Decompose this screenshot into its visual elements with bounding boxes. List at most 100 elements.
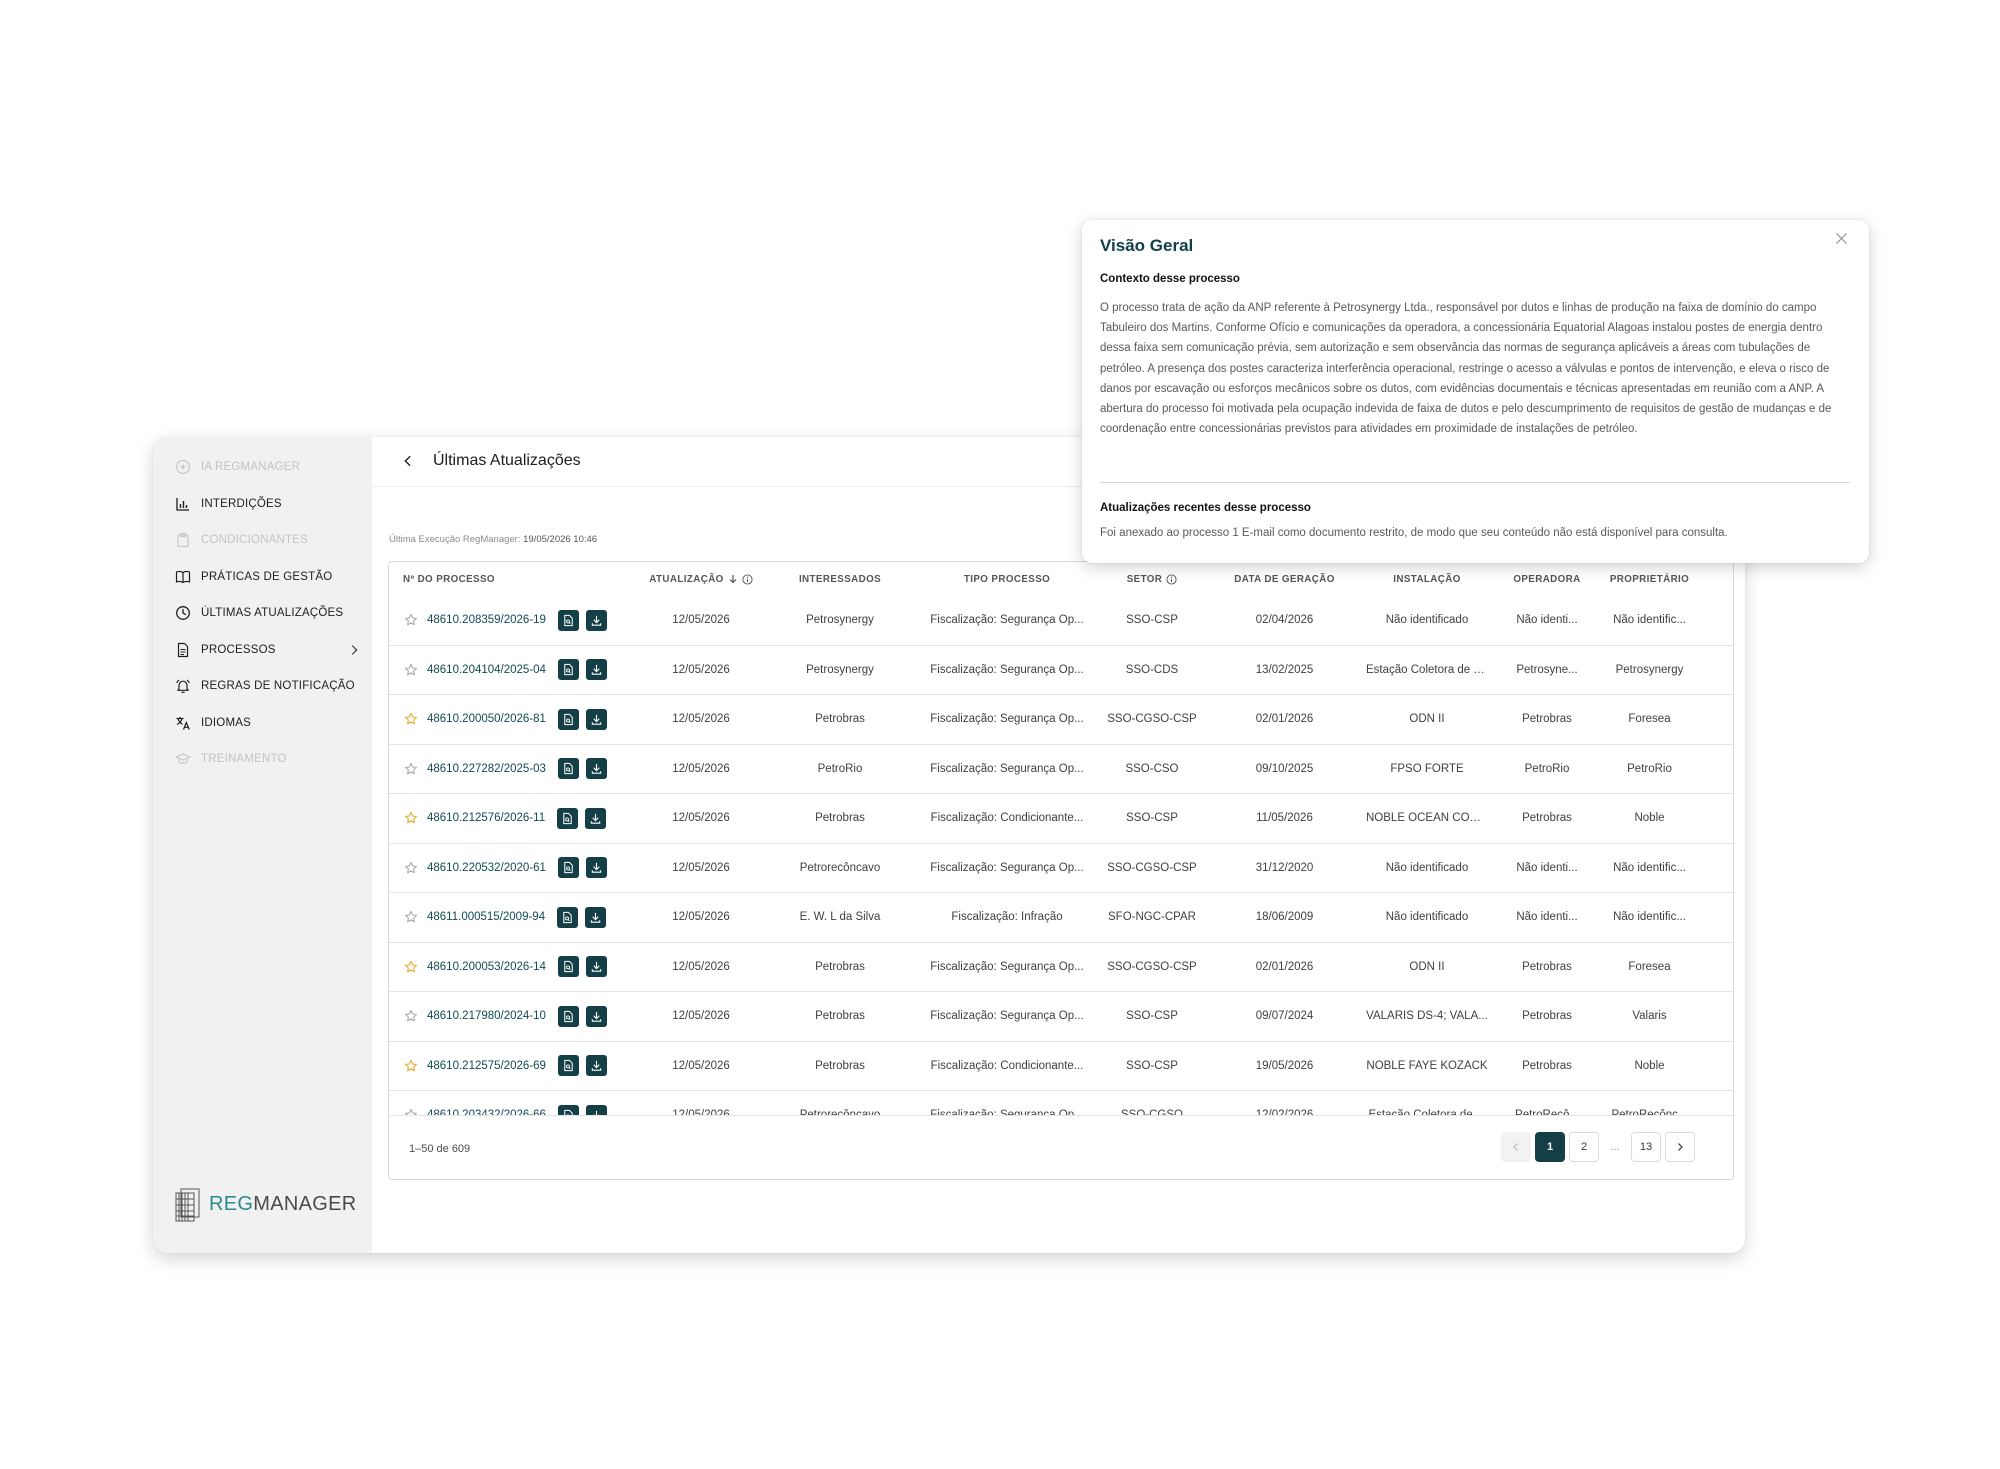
table-cell: Petrobras [1522,1010,1572,1023]
view-document-button[interactable] [557,1104,579,1115]
table-body[interactable]: 48610.208359/2026-19 12/05/2026 Petrosyner… [389,596,1733,1115]
table-row[interactable]: 48610.212576/2026-11 12/05/2026 Petrobras F… [389,794,1733,844]
star-outline-icon[interactable] [404,663,418,677]
pagination-page-button[interactable]: 13 [1631,1132,1661,1162]
table-cell: Petrosynergy [1615,663,1684,676]
process-number-link[interactable]: 48610.208359/2026-19 [427,614,546,626]
info-icon[interactable] [742,573,753,585]
view-document-button[interactable] [557,758,579,780]
table-row[interactable]: 48611.000515/2009-94 12/05/2026 E. W. L da… [389,893,1733,943]
pagination-ellipsis: ... [1603,1132,1627,1162]
download-button[interactable] [585,1005,607,1027]
table-row[interactable]: 48610.208359/2026-19 12/05/2026 Petrosyner… [389,596,1733,646]
table-row[interactable]: 48610.227282/2025-03 12/05/2026 PetroRio Fi… [389,745,1733,794]
sidebar-item-processos[interactable]: PROCESSOS [175,632,365,669]
download-button[interactable] [585,956,607,978]
download-button[interactable] [585,659,607,681]
document-search-icon [563,812,572,824]
translate-icon [175,715,191,731]
star-outline-icon[interactable] [404,613,418,627]
column-header[interactable]: ATUALIZAÇÃO [639,574,763,585]
download-button[interactable] [585,1104,607,1115]
pagination-page-button[interactable]: 2 [1569,1132,1599,1162]
column-header[interactable]: SETOR [1097,574,1207,585]
star-filled-icon[interactable] [404,960,418,974]
process-number-link[interactable]: 48611.000515/2009-94 [427,911,545,923]
sidebar-item-label: IA REGMANAGER [201,461,301,474]
star-outline-icon[interactable] [404,1108,418,1115]
pagination-next-button[interactable] [1665,1132,1695,1162]
star-outline-icon[interactable] [404,910,418,924]
table-cell: PetroRio [1524,762,1570,775]
document-search-icon [564,1060,573,1072]
back-button[interactable] [398,451,418,471]
pagination-prev-button[interactable] [1501,1132,1531,1162]
table-row[interactable]: 48610.200053/2026-14 12/05/2026 Petrobras F… [389,943,1733,992]
table-row[interactable]: 48610.217980/2024-10 12/05/2026 Petrobras F… [389,992,1733,1042]
sidebar-item-label: TREINAMENTO [201,753,287,766]
sidebar-item-idiomas[interactable]: IDIOMAS [175,705,365,742]
table-row[interactable]: 48610.200050/2026-81 12/05/2026 Petrobras F… [389,695,1733,745]
view-document-button[interactable] [557,906,579,928]
table-cell: 18/06/2009 [1255,911,1314,924]
table-row[interactable]: 48610.203432/2026-6612/05/2026Petrorecôn… [389,1091,1733,1115]
column-header-label: INTERESSADOS [798,573,882,585]
sort-arrow-down-icon [729,575,737,584]
table-row[interactable]: 48610.220532/2020-61 12/05/2026 Petrorecôn… [389,844,1733,893]
table-cell: NOBLE FAYE KOZACK [1366,1059,1488,1072]
process-number-link[interactable]: 48610.220532/2020-61 [427,862,546,874]
download-button[interactable] [585,609,607,631]
process-cell: 48610.204104/2025-04 [389,659,639,681]
document-icon [175,642,191,658]
view-document-button[interactable] [557,1055,579,1077]
star-filled-icon[interactable] [404,811,418,825]
document-search-icon [564,961,573,973]
process-number-link[interactable]: 48610.200053/2026-14 [427,961,546,973]
sidebar-item-regras-de-notificacao[interactable]: REGRAS DE NOTIFICAÇÃO [175,668,365,705]
close-button[interactable] [1831,228,1851,248]
download-button[interactable] [585,807,607,829]
table-row[interactable]: 48610.204104/2025-04 12/05/2026 Petrosyner… [389,646,1733,695]
bell-icon [175,678,191,694]
process-number-link[interactable]: 48610.204104/2025-04 [427,664,546,676]
view-document-button[interactable] [557,609,579,631]
view-document-button[interactable] [557,1005,579,1027]
view-document-button[interactable] [557,659,579,681]
download-button[interactable] [585,857,607,879]
column-header-label: ATUALIZAÇÃO [649,573,724,585]
table-row[interactable]: 48610.212575/2026-69 12/05/2026 Petrobras F… [389,1042,1733,1091]
download-button[interactable] [585,758,607,780]
star-filled-icon[interactable] [404,712,418,726]
sidebar-item-ultimas-atualizacoes[interactable]: ÚLTIMAS ATUALIZAÇÕES [175,595,365,632]
process-number-link[interactable]: 48610.217980/2024-10 [427,1010,546,1022]
view-document-button[interactable] [557,708,579,730]
process-number-link[interactable]: 48610.227282/2025-03 [427,763,546,775]
pagination-page-button[interactable]: 1 [1535,1132,1565,1162]
view-document-button[interactable] [557,807,579,829]
info-icon[interactable] [1166,573,1177,585]
process-number-link[interactable]: 48610.212575/2026-69 [427,1060,546,1072]
download-button[interactable] [585,906,607,928]
star-outline-icon[interactable] [404,1009,418,1023]
last-execution-value: 19/05/2026 10:46 [523,534,598,545]
column-header-label: SETOR [1126,573,1163,585]
table-cell: SSO-CSP [1126,1010,1178,1023]
graduation-cap-icon [175,751,191,767]
sidebar-item-praticas-de-gestao[interactable]: PRÁTICAS DE GESTÃO [175,559,365,596]
regmanager-logo[interactable]: REGMANAGER [173,1185,356,1223]
column-header: INTERESSADOS [763,574,917,585]
table-cell: 12/05/2026 [672,1059,730,1072]
download-button[interactable] [585,1055,607,1077]
table-cell: 09/10/2025 [1255,762,1314,775]
sidebar-item-interdicoes[interactable]: INTERDIÇÕES [175,486,365,523]
view-document-button[interactable] [557,857,579,879]
star-filled-icon[interactable] [404,1059,418,1073]
process-number-link[interactable]: 48610.212576/2026-11 [427,812,545,824]
process-number-link[interactable]: 48610.200050/2026-81 [427,713,546,725]
column-header-label: PROPRIETÁRIO [1609,573,1690,585]
star-outline-icon[interactable] [404,762,418,776]
download-button[interactable] [585,708,607,730]
star-outline-icon[interactable] [404,861,418,875]
view-document-button[interactable] [557,956,579,978]
table-cell: 12/05/2026 [672,713,730,726]
